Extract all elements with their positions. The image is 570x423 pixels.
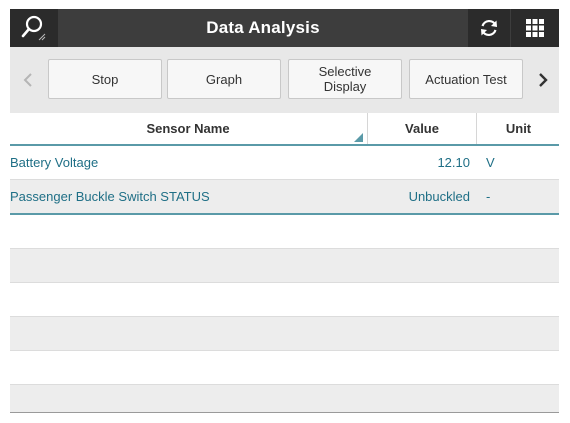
refresh-icon xyxy=(481,19,497,37)
table-row[interactable]: Battery Voltage 12.10 V xyxy=(10,146,559,180)
empty-row xyxy=(10,351,559,385)
grid-menu-icon xyxy=(526,19,544,37)
menu-grid-button[interactable] xyxy=(511,9,559,47)
data-analysis-window: Data Analysis Stop Graph Selective Displ… xyxy=(10,9,559,413)
table-row[interactable]: Passenger Buckle Switch STATUS Unbuckled… xyxy=(10,180,559,215)
search-icon xyxy=(21,15,46,41)
actuation-test-button[interactable]: Actuation Test xyxy=(409,59,523,99)
graph-button[interactable]: Graph xyxy=(167,59,281,99)
selective-display-button[interactable]: Selective Display xyxy=(288,59,402,99)
empty-row xyxy=(10,385,559,412)
toolbar: Stop Graph Selective Display Actuation T… xyxy=(10,47,559,114)
page-title: Data Analysis xyxy=(206,18,320,37)
stop-button[interactable]: Stop xyxy=(48,59,162,99)
sensor-table-body: Battery Voltage 12.10 V Passenger Buckle… xyxy=(10,146,559,412)
empty-row xyxy=(10,317,559,351)
scroll-right-button[interactable] xyxy=(529,59,557,101)
empty-row xyxy=(10,283,559,317)
column-header-value[interactable]: Value xyxy=(367,113,476,144)
empty-row xyxy=(10,249,559,283)
column-header-sensor-name[interactable]: Sensor Name xyxy=(10,113,366,144)
sensor-name-cell: Battery Voltage xyxy=(10,155,99,170)
sort-indicator-icon[interactable] xyxy=(354,133,363,142)
sensor-name-cell: Passenger Buckle Switch STATUS xyxy=(10,189,210,204)
sensor-unit-cell: - xyxy=(486,189,491,204)
table-header: Sensor Name Value Unit xyxy=(10,113,559,146)
search-button[interactable] xyxy=(10,9,58,47)
sensor-value-cell: 12.10 xyxy=(437,155,470,170)
chevron-left-icon xyxy=(23,73,32,87)
refresh-button[interactable] xyxy=(468,9,511,47)
column-header-unit[interactable]: Unit xyxy=(476,113,559,144)
empty-row xyxy=(10,215,559,249)
title-bar: Data Analysis xyxy=(10,9,559,47)
chevron-right-icon xyxy=(539,73,548,87)
scroll-left-button[interactable] xyxy=(14,59,42,101)
sensor-unit-cell: V xyxy=(486,155,495,170)
sensor-value-cell: Unbuckled xyxy=(408,189,470,204)
